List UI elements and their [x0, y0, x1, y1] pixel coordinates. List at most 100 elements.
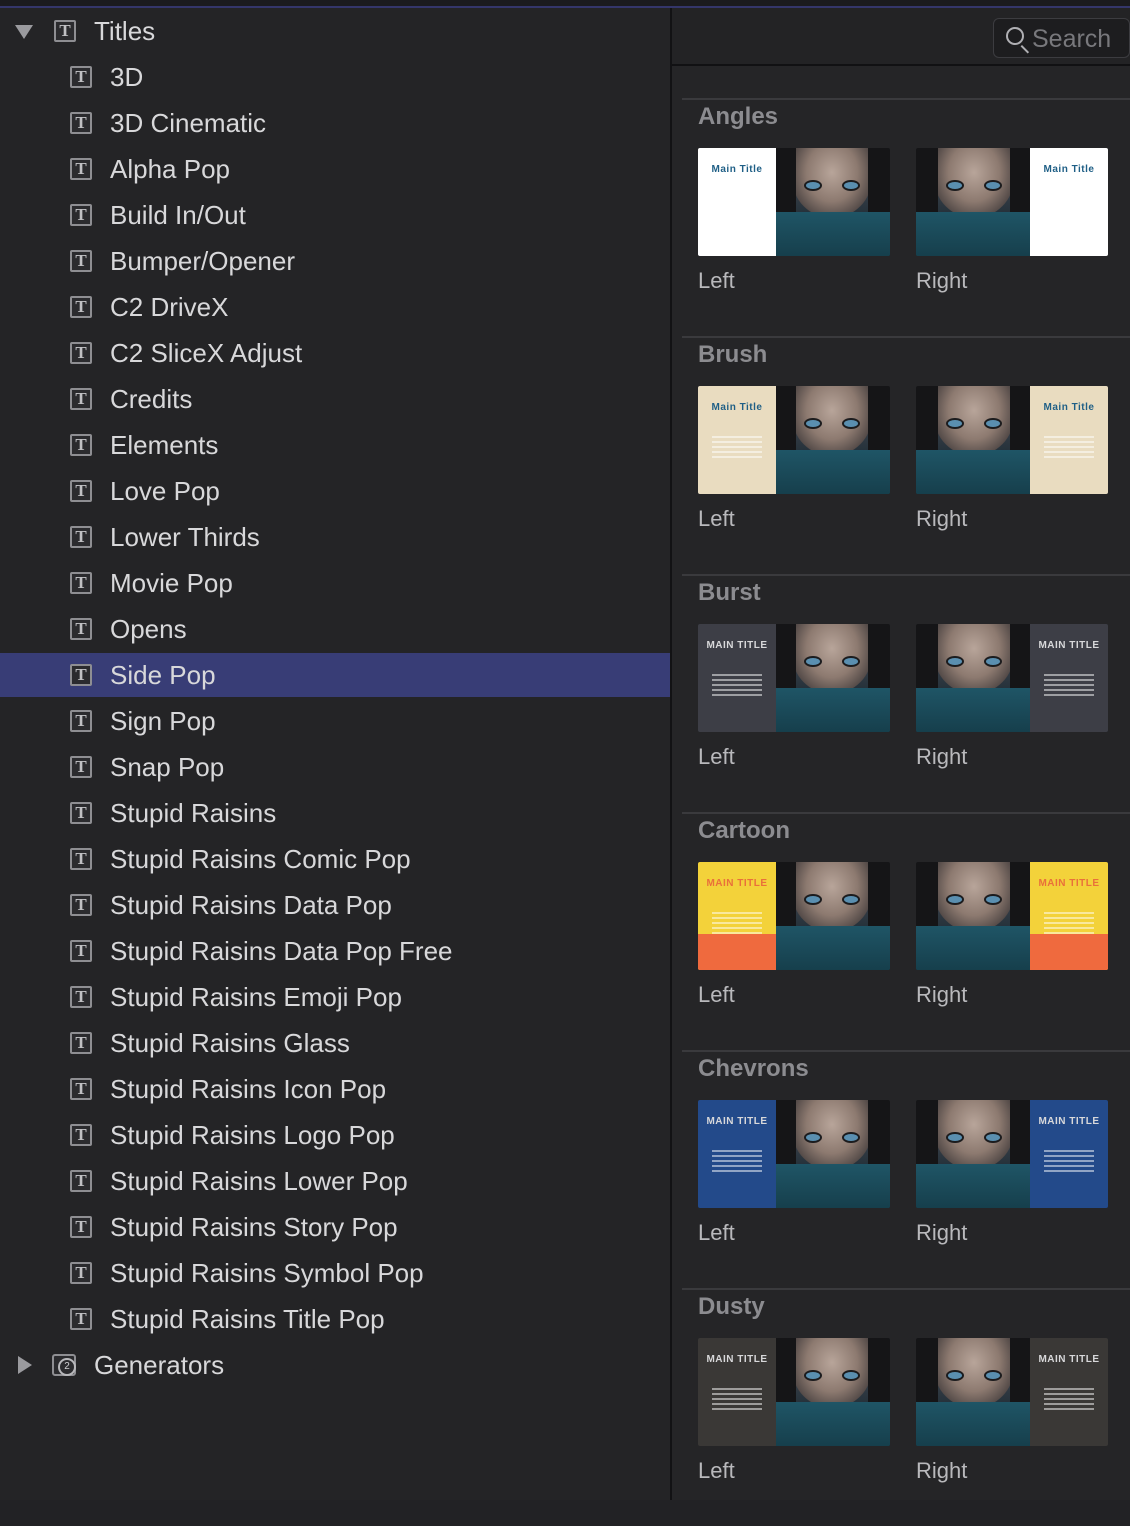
- title-icon: T: [70, 1262, 92, 1284]
- disclosure-triangle-expanded-icon[interactable]: [15, 25, 33, 39]
- section-title: Chevrons: [698, 1055, 809, 1082]
- section-chevrons: Chevrons MAIN TITLE MAIN TITLE Left Right: [682, 1050, 1130, 1288]
- sidebar-item[interactable]: T Stupid Raisins Lower Pop: [0, 1159, 670, 1203]
- search-field[interactable]: Search: [993, 18, 1130, 58]
- sidebar-group-generators[interactable]: 2 Generators: [0, 1343, 670, 1387]
- sidebar: T Titles T 3D T 3D Cinematic T Alpha Pop T Build …: [0, 8, 670, 1500]
- sidebar-group-label: Titles: [94, 16, 156, 46]
- thumbnail-right[interactable]: MAIN TITLE: [916, 624, 1108, 732]
- sidebar-item[interactable]: T Love Pop: [0, 469, 670, 513]
- section-dusty: Dusty MAIN TITLE MAIN TITLE Left Right: [682, 1288, 1130, 1526]
- sidebar-item[interactable]: T 3D Cinematic: [0, 101, 670, 145]
- sidebar-item[interactable]: T Alpha Pop: [0, 147, 670, 191]
- disclosure-triangle-collapsed-icon[interactable]: [18, 1356, 32, 1374]
- thumbnail-right[interactable]: Main Title: [916, 148, 1108, 256]
- sidebar-item[interactable]: T Stupid Raisins Data Pop: [0, 883, 670, 927]
- title-card-preview: MAIN TITLE: [698, 1338, 776, 1446]
- sidebar-group-titles[interactable]: T Titles: [0, 9, 670, 53]
- card-title-text: MAIN TITLE: [706, 1116, 768, 1127]
- thumbnail-caption: Left: [698, 982, 735, 1007]
- scarf-image: [916, 212, 1032, 256]
- thumbnail-left[interactable]: MAIN TITLE: [698, 1338, 890, 1446]
- sidebar-item-label: Love Pop: [110, 476, 220, 506]
- sidebar-item[interactable]: T Snap Pop: [0, 745, 670, 789]
- sidebar-item[interactable]: T Opens: [0, 607, 670, 651]
- sidebar-item[interactable]: T Stupid Raisins Data Pop Free: [0, 929, 670, 973]
- sidebar-item[interactable]: T C2 SliceX Adjust: [0, 331, 670, 375]
- sidebar-item[interactable]: T Stupid Raisins Comic Pop: [0, 837, 670, 881]
- scarf-image: [916, 926, 1032, 970]
- title-icon: T: [70, 848, 92, 870]
- sidebar-item[interactable]: T Stupid Raisins Icon Pop: [0, 1067, 670, 1111]
- thumbnail-right[interactable]: MAIN TITLE: [916, 1100, 1108, 1208]
- section-burst: Burst MAIN TITLE MAIN TITLE Left Right: [682, 574, 1130, 812]
- sidebar-item[interactable]: T C2 DriveX: [0, 285, 670, 329]
- sidebar-item[interactable]: T Movie Pop: [0, 561, 670, 605]
- thumbnail-photo: [916, 1338, 1032, 1446]
- thumbnail-right[interactable]: MAIN TITLE: [916, 862, 1108, 970]
- thumbnail-left[interactable]: MAIN TITLE: [698, 862, 890, 970]
- eye-image: [986, 420, 1000, 427]
- title-icon: T: [70, 388, 92, 410]
- sidebar-item[interactable]: T Stupid Raisins Title Pop: [0, 1297, 670, 1341]
- section-title: Angles: [698, 103, 779, 130]
- sidebar-item[interactable]: T Build In/Out: [0, 193, 670, 237]
- card-body-text: [712, 1150, 762, 1172]
- thumbnail-left[interactable]: MAIN TITLE: [698, 624, 890, 732]
- face-image: [934, 1100, 1014, 1170]
- sidebar-item-label: Elements: [110, 430, 219, 460]
- hair-image: [774, 1100, 796, 1170]
- eye-image: [948, 896, 962, 903]
- face-image: [792, 624, 872, 694]
- thumbnail-caption: Right: [916, 1220, 968, 1245]
- hair-image: [916, 1100, 938, 1170]
- scarf-image: [774, 450, 890, 494]
- sidebar-item-label: Movie Pop: [110, 568, 233, 598]
- scarf-image: [916, 1402, 1032, 1446]
- sidebar-item[interactable]: T Stupid Raisins Emoji Pop: [0, 975, 670, 1019]
- title-icon: T: [70, 342, 92, 364]
- title-icon: T: [70, 1032, 92, 1054]
- sidebar-item[interactable]: T Sign Pop: [0, 699, 670, 743]
- thumbnail-right[interactable]: MAIN TITLE: [916, 1338, 1108, 1446]
- card-body-text: [1044, 198, 1094, 220]
- card-title-text: Main Title: [711, 402, 763, 413]
- scarf-image: [774, 926, 890, 970]
- title-card-preview: MAIN TITLE: [1030, 1338, 1108, 1446]
- section-title: Cartoon: [698, 817, 790, 844]
- face-image: [792, 1338, 872, 1408]
- face-image: [934, 624, 1014, 694]
- sidebar-item[interactable]: T Stupid Raisins Glass: [0, 1021, 670, 1065]
- sidebar-item[interactable]: T Credits: [0, 377, 670, 421]
- sidebar-item[interactable]: T Elements: [0, 423, 670, 467]
- thumbnail-left[interactable]: Main Title: [698, 148, 890, 256]
- window-top-edge: [0, 0, 1130, 8]
- sidebar-item[interactable]: T Side Pop: [0, 653, 670, 697]
- sidebar-item[interactable]: T Stupid Raisins Logo Pop: [0, 1113, 670, 1157]
- thumbnail-photo: [774, 1100, 890, 1208]
- eye-image: [806, 420, 820, 427]
- thumbnail-left[interactable]: MAIN TITLE: [698, 1100, 890, 1208]
- title-icon: T: [70, 940, 92, 962]
- thumbnail-caption: Right: [916, 1458, 968, 1483]
- eye-image: [844, 1372, 858, 1379]
- thumbnail-caption: Right: [916, 744, 968, 769]
- hair-image: [1010, 862, 1032, 932]
- hair-image: [774, 624, 796, 694]
- sidebar-item[interactable]: T Bumper/Opener: [0, 239, 670, 283]
- sidebar-item[interactable]: T Stupid Raisins Symbol Pop: [0, 1251, 670, 1295]
- sidebar-item[interactable]: T Stupid Raisins: [0, 791, 670, 835]
- generator-icon-badge: 2: [58, 1358, 76, 1376]
- title-icon: T: [70, 66, 92, 88]
- eye-image: [844, 896, 858, 903]
- thumbnail-left[interactable]: Main Title: [698, 386, 890, 494]
- sidebar-item-label: Credits: [110, 384, 193, 414]
- sidebar-item[interactable]: T Stupid Raisins Story Pop: [0, 1205, 670, 1249]
- sidebar-item[interactable]: T 3D: [0, 55, 670, 99]
- thumbnail-caption: Left: [698, 1458, 735, 1483]
- thumbnail-right[interactable]: Main Title: [916, 386, 1108, 494]
- title-icon: T: [70, 1216, 92, 1238]
- title-icon: T: [70, 526, 92, 548]
- sidebar-item[interactable]: T Lower Thirds: [0, 515, 670, 559]
- face-image: [934, 862, 1014, 932]
